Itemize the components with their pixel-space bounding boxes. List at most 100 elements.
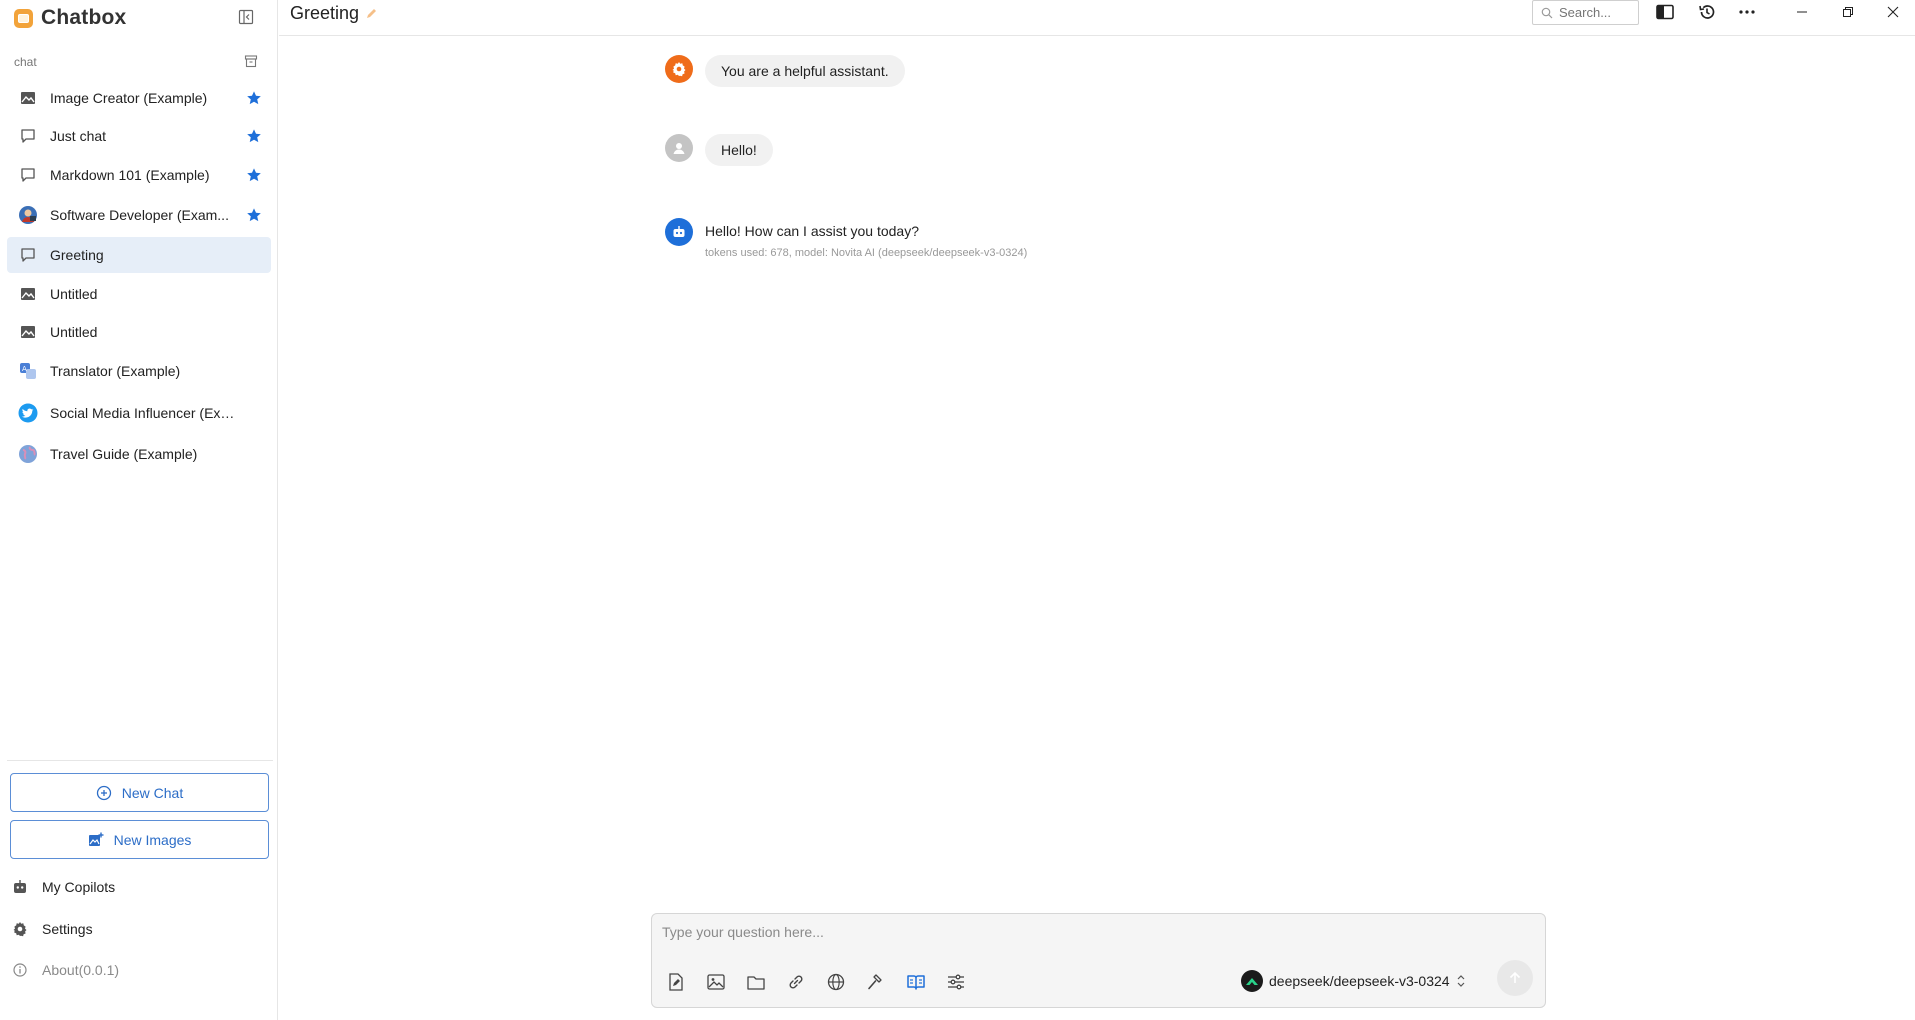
session-label: Translator (Example) bbox=[50, 363, 181, 379]
my-copilots-link[interactable]: My Copilots bbox=[10, 872, 115, 902]
gear-icon bbox=[10, 919, 30, 939]
my-copilots-label: My Copilots bbox=[42, 879, 116, 895]
new-images-button[interactable]: New Images bbox=[10, 820, 269, 859]
chat-settings-button[interactable] bbox=[945, 971, 967, 993]
session-item-untitled-2[interactable]: Untitled bbox=[7, 314, 271, 350]
edit-pencil-icon[interactable] bbox=[365, 7, 378, 20]
more-options-button[interactable] bbox=[1737, 2, 1757, 22]
session-item-translator[interactable]: A Translator (Example) bbox=[7, 353, 271, 389]
star-icon[interactable] bbox=[246, 167, 262, 183]
session-label: Untitled bbox=[50, 286, 98, 302]
sliders-icon bbox=[948, 974, 964, 990]
message-assistant: Hello! How can I assist you today? token… bbox=[665, 218, 1027, 259]
session-item-markdown-101[interactable]: Markdown 101 (Example) bbox=[7, 157, 271, 193]
web-search-button[interactable] bbox=[825, 971, 847, 993]
window-close-button[interactable] bbox=[1883, 2, 1903, 22]
translator-avatar-icon: A bbox=[18, 361, 38, 381]
user-message-bubble[interactable]: Hello! bbox=[705, 134, 773, 166]
chatbox-logo-icon bbox=[14, 8, 33, 28]
search-input[interactable] bbox=[1559, 5, 1629, 20]
attach-document-button[interactable] bbox=[665, 971, 687, 993]
system-message-bubble[interactable]: You are a helpful assistant. bbox=[705, 55, 905, 87]
image-icon bbox=[707, 974, 725, 990]
tools-button[interactable] bbox=[865, 971, 887, 993]
session-item-software-developer[interactable]: Software Developer (Exam... bbox=[7, 197, 271, 233]
session-item-image-creator[interactable]: Image Creator (Example) bbox=[7, 80, 271, 116]
history-icon bbox=[1699, 5, 1715, 19]
model-selector[interactable]: deepseek/deepseek-v3-0324 bbox=[1241, 969, 1466, 993]
developer-avatar-icon bbox=[18, 205, 38, 225]
window-restore-button[interactable] bbox=[1838, 2, 1858, 22]
chat-title[interactable]: Greeting bbox=[290, 3, 378, 24]
question-input[interactable] bbox=[662, 924, 1532, 950]
collapse-sidebar-button[interactable] bbox=[236, 7, 256, 27]
attach-image-button[interactable] bbox=[705, 971, 727, 993]
about-link[interactable]: About(0.0.1) bbox=[10, 955, 119, 985]
split-view-icon bbox=[1656, 4, 1674, 20]
session-label: Travel Guide (Example) bbox=[50, 446, 198, 462]
model-name: deepseek/deepseek-v3-0324 bbox=[1269, 973, 1450, 989]
restore-icon bbox=[1843, 7, 1853, 17]
new-images-label: New Images bbox=[113, 831, 192, 848]
session-item-untitled-1[interactable]: Untitled bbox=[7, 276, 271, 312]
settings-avatar-icon bbox=[665, 55, 693, 83]
info-icon bbox=[10, 960, 30, 980]
session-label: Image Creator (Example) bbox=[50, 90, 208, 106]
session-label: Social Media Influencer (Example) bbox=[50, 405, 240, 421]
link-icon bbox=[789, 975, 803, 989]
session-label: Markdown 101 (Example) bbox=[50, 167, 210, 183]
session-item-just-chat[interactable]: Just chat bbox=[7, 118, 271, 154]
image-icon bbox=[18, 322, 38, 342]
settings-link[interactable]: Settings bbox=[10, 914, 93, 944]
assistant-message-meta: tokens used: 678, model: Novita AI (deep… bbox=[705, 247, 1028, 259]
new-chat-button[interactable]: New Chat bbox=[10, 773, 269, 812]
globe-icon bbox=[827, 973, 845, 991]
session-item-greeting[interactable]: Greeting bbox=[7, 237, 271, 273]
svg-text:A: A bbox=[22, 365, 27, 373]
sidebar-divider bbox=[7, 760, 273, 761]
history-button[interactable] bbox=[1697, 2, 1717, 22]
folder-icon bbox=[747, 975, 765, 990]
book-open-icon bbox=[907, 975, 925, 990]
attach-folder-button[interactable] bbox=[745, 971, 767, 993]
settings-label: Settings bbox=[42, 921, 93, 937]
session-label: Just chat bbox=[50, 128, 107, 144]
attach-link-button[interactable] bbox=[785, 971, 807, 993]
chat-bubble-icon bbox=[18, 165, 38, 185]
message-user: Hello! bbox=[665, 134, 773, 166]
header: Greeting bbox=[279, 0, 1915, 36]
sidebar: Chatbox chat Image Creator (Example) Jus… bbox=[0, 0, 278, 1020]
window-minimize-button[interactable] bbox=[1792, 2, 1812, 22]
assistant-message-text: Hello! How can I assist you today? bbox=[705, 223, 919, 239]
send-button[interactable] bbox=[1497, 960, 1533, 996]
app-name: Chatbox bbox=[41, 6, 127, 29]
message-system: You are a helpful assistant. bbox=[665, 55, 905, 87]
search-icon bbox=[1541, 7, 1553, 18]
image-icon bbox=[18, 88, 38, 108]
sidebar-collapse-icon bbox=[238, 9, 254, 25]
add-circle-icon bbox=[96, 785, 111, 800]
novita-model-icon bbox=[1241, 970, 1263, 992]
split-view-button[interactable] bbox=[1655, 2, 1675, 22]
session-label: Untitled bbox=[50, 324, 98, 340]
knowledge-base-button[interactable] bbox=[905, 971, 927, 993]
close-icon bbox=[1887, 6, 1899, 18]
session-label: Software Developer (Exam... bbox=[50, 207, 229, 223]
minimize-icon bbox=[1797, 11, 1807, 13]
assistant-robot-avatar-icon bbox=[665, 218, 693, 246]
search-box[interactable] bbox=[1532, 0, 1639, 25]
new-chat-label: New Chat bbox=[121, 784, 184, 801]
user-avatar-icon bbox=[665, 134, 693, 162]
chevron-up-down-icon bbox=[1457, 975, 1465, 987]
session-item-social-media-influencer[interactable]: Social Media Influencer (Example) bbox=[7, 395, 271, 431]
image-icon bbox=[18, 284, 38, 304]
chat-title-text: Greeting bbox=[290, 3, 360, 23]
archive-icon bbox=[244, 55, 258, 68]
twitter-avatar-icon bbox=[18, 403, 38, 423]
session-item-travel-guide[interactable]: Travel Guide (Example) bbox=[7, 436, 271, 472]
clear-archive-button[interactable] bbox=[243, 53, 259, 69]
star-icon[interactable] bbox=[246, 90, 262, 106]
star-icon[interactable] bbox=[246, 207, 262, 223]
star-icon[interactable] bbox=[246, 128, 262, 144]
assistant-message[interactable]: Hello! How can I assist you today? token… bbox=[705, 218, 1027, 259]
